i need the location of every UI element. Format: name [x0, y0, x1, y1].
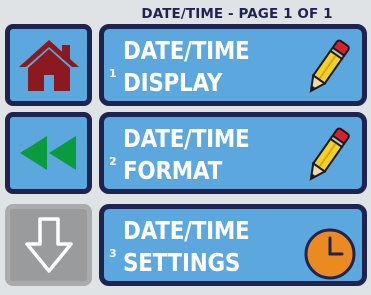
- menu-item-number: 3: [109, 247, 117, 260]
- menu-item-number: 2: [109, 155, 117, 168]
- menu-item-datetime-settings[interactable]: 3 DATE/TIME SETTINGS: [99, 204, 367, 286]
- home-button[interactable]: [5, 24, 92, 106]
- home-icon: [18, 40, 79, 91]
- menu-item-datetime-format[interactable]: 2 DATE/TIME FORMAT: [99, 112, 367, 194]
- down-arrow-icon: [24, 217, 73, 273]
- pencil-icon: [309, 39, 350, 93]
- datetime-menu-screen: DATE/TIME - PAGE 1 OF 1 1 DATE/TIME DISP…: [0, 0, 371, 295]
- scroll-down-button[interactable]: [5, 204, 92, 286]
- menu-item-datetime-display[interactable]: 1 DATE/TIME DISPLAY: [99, 24, 367, 106]
- double-left-arrow-icon: [19, 136, 76, 170]
- page-title: DATE/TIME - PAGE 1 OF 1: [141, 6, 333, 22]
- menu-item-label: DATE/TIME FORMAT: [123, 124, 250, 185]
- menu-item-label: DATE/TIME DISPLAY: [123, 36, 250, 97]
- menu-item-label: DATE/TIME SETTINGS: [123, 216, 250, 277]
- menu-item-number: 1: [109, 67, 117, 80]
- clock-icon: [304, 228, 356, 280]
- back-button[interactable]: [5, 112, 92, 194]
- pencil-icon: [309, 127, 350, 181]
